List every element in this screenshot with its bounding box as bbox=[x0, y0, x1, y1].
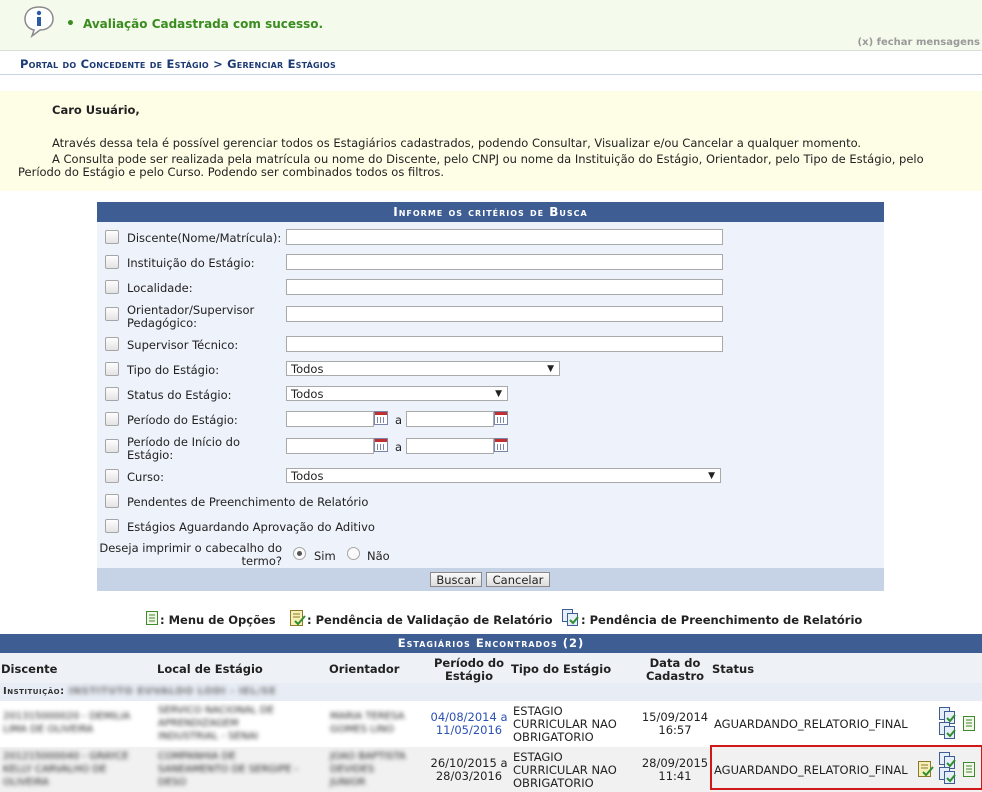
col-periodo-1: Período do bbox=[433, 656, 504, 670]
pendentes-label: Pendentes de Preenchimento de Relatório bbox=[127, 495, 369, 509]
fill-pending-icon bbox=[562, 609, 579, 626]
cancelar-button[interactable]: Cancelar bbox=[486, 572, 550, 587]
calendar-icon[interactable] bbox=[494, 438, 508, 452]
tipo-select[interactable]: Todos ▼ bbox=[286, 361, 560, 376]
orientador-input[interactable] bbox=[286, 306, 723, 322]
localidade-checkbox[interactable] bbox=[105, 280, 119, 294]
success-message: • Avaliação Cadastrada com sucesso. bbox=[66, 16, 324, 32]
imprimir-nao-radio[interactable] bbox=[347, 547, 360, 560]
periodo-checkbox[interactable] bbox=[105, 412, 119, 426]
breadcrumb: Portal do Concedente de Estágio > Gerenc… bbox=[20, 57, 336, 71]
pendentes-checkbox[interactable] bbox=[105, 494, 119, 508]
validation-pending-icon bbox=[290, 610, 306, 626]
periodo-start-input[interactable] bbox=[286, 411, 374, 427]
tipo-checkbox[interactable] bbox=[105, 362, 119, 376]
orientador-label-1: Orientador/Supervisor bbox=[127, 303, 255, 317]
imprimir-nao-label: Não bbox=[367, 549, 390, 563]
col-periodo-2: Estágio bbox=[444, 669, 494, 683]
close-messages-link[interactable]: (x) fechar mensagens bbox=[858, 37, 980, 48]
curso-select[interactable]: Todos ▼ bbox=[286, 468, 721, 483]
row2-periodo: 26/10/2015 a 28/03/2016 bbox=[430, 756, 508, 783]
periodo-label: Período do Estágio: bbox=[127, 413, 238, 427]
imprimir-sim-radio[interactable] bbox=[293, 547, 306, 560]
orientador-label-2: Pedagógico: bbox=[127, 316, 198, 330]
inicio-end-input[interactable] bbox=[406, 438, 494, 454]
calendar-icon[interactable] bbox=[374, 438, 388, 452]
imprimir-label-2: termo? bbox=[241, 554, 282, 568]
inicio-label-2: Estágio: bbox=[127, 448, 174, 462]
aditivo-label: Estágios Aguardando Aprovação do Aditivo bbox=[127, 520, 375, 534]
imprimir-sim-label: Sim bbox=[314, 549, 336, 563]
legend-preenchimento: : Pendência de Preenchimento de Relatóri… bbox=[581, 613, 863, 627]
search-form-title: Informe os critérios de Busca bbox=[97, 202, 884, 222]
inicio-checkbox[interactable] bbox=[105, 439, 119, 453]
discente-input[interactable] bbox=[286, 229, 723, 245]
inicio-start-input[interactable] bbox=[286, 438, 374, 454]
col-data-2: Cadastro bbox=[645, 669, 705, 683]
supervisor-input[interactable] bbox=[286, 336, 723, 352]
row1-tipo: ESTAGIO CURRICULAR NAO OBRIGATORIO bbox=[513, 704, 617, 744]
localidade-label: Localidade: bbox=[127, 281, 193, 295]
row1-data: 15/09/2014 16:57 bbox=[641, 710, 709, 737]
curso-checkbox[interactable] bbox=[105, 469, 119, 483]
buscar-button[interactable]: Buscar bbox=[430, 572, 482, 587]
status-label: Status do Estágio: bbox=[127, 388, 232, 402]
row2-discente: 201215000040 - GRAYCE KELLY CARVALHO DE OL… bbox=[3, 751, 129, 788]
supervisor-label: Supervisor Técnico: bbox=[127, 338, 239, 352]
imprimir-label-1: Deseja imprimir o cabecalho do bbox=[99, 541, 282, 555]
results-title: Estagiários Encontrados (2) bbox=[0, 634, 982, 653]
col-data-1: Data do bbox=[649, 656, 701, 670]
legend-menu: : Menu de Opções bbox=[160, 613, 276, 627]
row1-discente: 201315000020 - DEMILIA LIMA DE OLIVEIRA bbox=[3, 711, 131, 735]
inicio-separator: a bbox=[395, 440, 403, 454]
row1-orientador: MARIA TERESA GOMES LINO bbox=[330, 711, 405, 735]
status-select[interactable]: Todos ▼ bbox=[286, 386, 508, 401]
row1-status: AGUARDANDO_RELATORIO_FINAL bbox=[714, 717, 908, 731]
col-tipo: Tipo do Estágio bbox=[511, 662, 612, 676]
aditivo-checkbox[interactable] bbox=[105, 519, 119, 533]
instituicao-input[interactable] bbox=[286, 254, 723, 270]
calendar-icon[interactable] bbox=[494, 411, 508, 425]
instituicao-checkbox[interactable] bbox=[105, 255, 119, 269]
row1-periodo[interactable]: 04/08/2014 a 11/05/2016 bbox=[428, 711, 510, 737]
discente-checkbox[interactable] bbox=[105, 230, 119, 244]
tipo-label: Tipo do Estágio: bbox=[127, 363, 220, 377]
info-paragraph-2: A Consulta pode ser realizada pela matrí… bbox=[52, 152, 924, 166]
dropdown-arrow-icon: ▼ bbox=[495, 389, 502, 399]
dropdown-arrow-icon: ▼ bbox=[708, 471, 715, 481]
info-paragraph-1: Através dessa tela é possível gerenciar … bbox=[52, 136, 862, 150]
col-discente: Discente bbox=[1, 662, 58, 676]
institution-label: Instituição: INSTITUTO EUVALDO LODI - IE… bbox=[3, 686, 277, 697]
row1-local: SERVICO NACIONAL DE APRENDIZAGEM INDUSTRIA… bbox=[158, 705, 274, 742]
legend-validacao: : Pendência de Validação de Relatório bbox=[307, 613, 553, 627]
inicio-label-1: Período de Início do bbox=[127, 435, 241, 449]
periodo-end-input[interactable] bbox=[406, 411, 494, 427]
menu-options-icon[interactable] bbox=[963, 716, 975, 731]
status-checkbox[interactable] bbox=[105, 387, 119, 401]
institution-name: INSTITUTO EUVALDO LODI - IEL/SE bbox=[68, 686, 277, 697]
row2-tipo: ESTAGIO CURRICULAR NAO OBRIGATORIO bbox=[513, 750, 617, 790]
col-local: Local de Estágio bbox=[157, 662, 263, 676]
dropdown-arrow-icon: ▼ bbox=[547, 364, 554, 374]
row2-local: COMPANHIA DE SANEAMENTO DE SERGIPE - DESO bbox=[158, 751, 299, 788]
row2-data: 28/09/2015 11:41 bbox=[641, 756, 709, 783]
menu-options-icon bbox=[146, 611, 158, 625]
orientador-checkbox[interactable] bbox=[105, 307, 119, 321]
supervisor-checkbox[interactable] bbox=[105, 337, 119, 351]
highlight-box bbox=[710, 745, 982, 790]
periodo-separator: a bbox=[395, 413, 403, 427]
col-orientador: Orientador bbox=[329, 662, 400, 676]
col-status: Status bbox=[712, 662, 755, 676]
instituicao-label: Instituição do Estágio: bbox=[127, 256, 255, 270]
row2-orientador: JOAO BAPTISTA DEVIDES JUNIOR bbox=[330, 751, 406, 788]
localidade-input[interactable] bbox=[286, 279, 723, 295]
info-paragraph-3: Período do Estágio e pelo Curso. Podendo… bbox=[18, 165, 445, 179]
discente-label: Discente(Nome/Matrícula): bbox=[127, 231, 282, 245]
fill-pending-icon[interactable] bbox=[939, 722, 956, 739]
info-icon bbox=[24, 6, 54, 38]
curso-label: Curso: bbox=[127, 470, 164, 484]
info-greeting: Caro Usuário, bbox=[52, 103, 140, 117]
calendar-icon[interactable] bbox=[374, 411, 388, 425]
